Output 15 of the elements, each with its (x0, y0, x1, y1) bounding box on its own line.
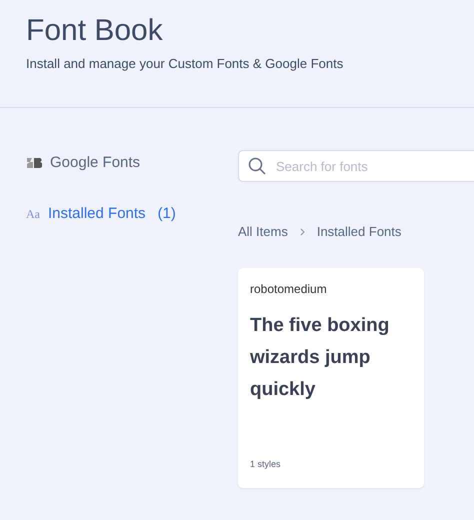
blocks-icon (26, 157, 42, 170)
chevron-icon (300, 228, 305, 236)
font-icon: Aa (26, 204, 40, 223)
breadcrumb-link[interactable]: Installed Fonts (316, 222, 402, 242)
sidebar-item[interactable]: Google Fonts (26, 152, 140, 174)
page-title: Font Book (26, 13, 163, 49)
breadcrumb-link[interactable]: All Items (238, 222, 288, 242)
styles-count: 1 styles (250, 458, 282, 471)
sidebar-item[interactable]: Aa Installed Fonts (1) (26, 202, 176, 225)
search-field[interactable]: Search for fonts (238, 150, 474, 182)
font-name: robotomedium (250, 280, 328, 298)
search-icon (248, 157, 266, 175)
font-preview: The five boxing wizards jump quickly (250, 314, 390, 402)
font-card[interactable]: robotomedium The five boxing wizards jump quickly 1 styles (238, 268, 424, 488)
page-subtitle: Install and manage your Custom Fonts & Google Fonts (26, 55, 344, 73)
